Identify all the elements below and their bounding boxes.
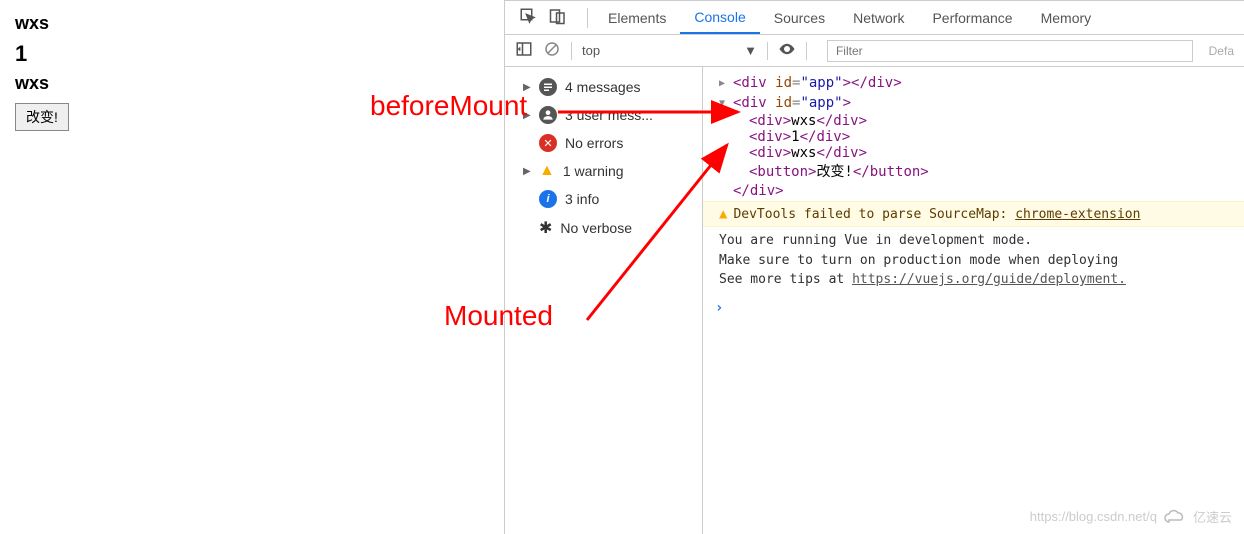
console-sidebar: ▶4 messages ▶3 user mess... ✕No errors ▶… [505,67,703,534]
chevron-down-icon: ▼ [744,43,757,58]
watermark: https://blog.csdn.net/q 亿速云 [1030,507,1232,526]
context-selector[interactable]: top ▼ [582,43,757,58]
sidebar-user-messages[interactable]: ▶3 user mess... [505,101,702,129]
tab-memory[interactable]: Memory [1027,1,1106,34]
sidebar-errors[interactable]: ✕No errors [505,129,702,157]
vue-guide-link[interactable]: https://vuejs.org/guide/deployment. [852,272,1126,287]
page-content: wxs 1 wxs 改变! [0,0,505,534]
warning-icon: ▲ [539,162,555,180]
error-icon: ✕ [539,134,557,152]
tab-console[interactable]: Console [680,1,759,34]
eye-icon[interactable] [778,40,796,61]
filter-input[interactable] [827,40,1193,62]
user-icon [539,106,557,124]
log-line-2: ▼ <div id="app"> [703,93,1244,113]
info-icon: i [539,190,557,208]
expand-icon[interactable]: ▶ [719,75,729,89]
log-line-1: ▶ <div id="app"></div> [703,73,1244,93]
sidebar-messages[interactable]: ▶4 messages [505,73,702,101]
page-text-3: wxs [15,70,489,97]
devtools-panel: Elements Console Sources Network Perform… [505,0,1244,534]
log-child-1: <div>wxs</div> [703,113,1244,129]
inspect-icon[interactable] [519,7,537,28]
devtools-tabs: Elements Console Sources Network Perform… [505,1,1244,35]
tab-sources[interactable]: Sources [760,1,839,34]
tab-network[interactable]: Network [839,1,918,34]
sidebar-verbose[interactable]: ✱No verbose [505,213,702,243]
log-child-2: <div>1</div> [703,129,1244,145]
cloud-icon [1163,509,1187,525]
warning-icon: ▲ [719,206,727,222]
sidebar-warnings[interactable]: ▶▲1 warning [505,157,702,185]
sourcemap-link[interactable]: chrome-extension [1015,207,1140,222]
tab-performance[interactable]: Performance [918,1,1026,34]
change-button[interactable]: 改变! [15,103,69,131]
tab-elements[interactable]: Elements [594,1,680,34]
clear-console-icon[interactable] [543,40,561,61]
log-child-4: <button>改变!</button> [703,161,1244,181]
levels-label[interactable]: Defa [1209,44,1234,58]
page-text-2: 1 [15,37,489,70]
sidebar-toggle-icon[interactable] [515,40,533,61]
log-child-3: <div>wxs</div> [703,145,1244,161]
console-output: ▶ <div id="app"></div> ▼ <div id="app"> … [703,67,1244,534]
vue-dev-message: You are running Vue in development mode.… [703,227,1244,294]
sidebar-info[interactable]: i3 info [505,185,702,213]
console-toolbar: top ▼ Defa [505,35,1244,67]
page-text-1: wxs [15,10,489,37]
console-prompt[interactable]: › [703,294,1244,322]
verbose-icon: ✱ [539,218,552,238]
device-toggle-icon[interactable] [549,7,567,28]
warning-line: ▲ DevTools failed to parse SourceMap: ch… [703,201,1244,227]
collapse-icon[interactable]: ▼ [719,95,729,109]
log-close: </div> [703,181,1244,201]
messages-icon [539,78,557,96]
